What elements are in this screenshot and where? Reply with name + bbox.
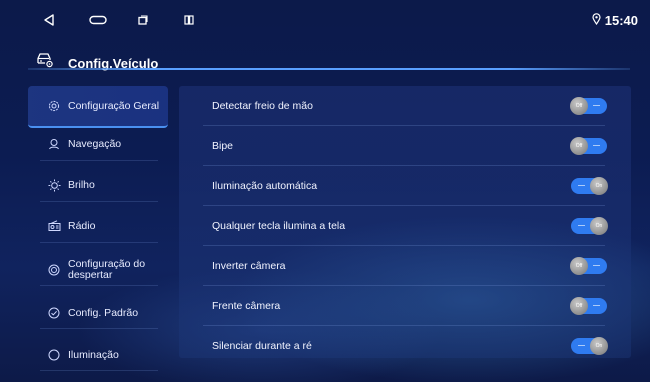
toggle-knob: Off	[570, 257, 588, 275]
setting-row-inverter-camera: Inverter câmera Off	[179, 246, 631, 286]
sidebar-item-label: Iluminação	[68, 349, 119, 361]
sidebar-item-brilho[interactable]: Brilho	[28, 165, 168, 205]
sidebar-item-navegacao[interactable]: Navegação	[28, 124, 168, 164]
setting-label: Frente câmera	[212, 300, 281, 312]
toggle-knob: Off	[570, 97, 588, 115]
detectar-freio-toggle[interactable]: Off	[570, 97, 607, 115]
sun-icon	[46, 177, 62, 193]
navigation-icon	[46, 136, 62, 152]
recents-square-icon[interactable]	[136, 12, 150, 28]
location-pin-icon	[592, 13, 601, 28]
setting-row-frente-camera: Frente câmera Off	[179, 286, 631, 326]
sidebar-item-label: Configuração do despertar	[68, 258, 146, 281]
home-pill-icon[interactable]	[88, 12, 108, 28]
split-screen-icon[interactable]	[182, 12, 196, 28]
lighting-icon	[46, 347, 62, 363]
radio-icon	[46, 218, 62, 234]
bipe-toggle[interactable]: Off	[570, 137, 607, 155]
toggle-track-dash	[593, 145, 600, 146]
sidebar-item-config-padrao[interactable]: Config. Padrão	[28, 293, 168, 333]
toggle-track-dash	[593, 105, 600, 106]
back-triangle-icon[interactable]	[42, 12, 56, 28]
sidebar-item-label: Rádio	[68, 220, 96, 232]
sidebar-item-label: Brilho	[68, 179, 95, 191]
settings-panel: Detectar freio de mão Off Bipe Off Ilumi…	[179, 86, 631, 358]
toggle-track-dash	[578, 185, 585, 186]
setting-row-bipe: Bipe Off	[179, 126, 631, 166]
gear-icon	[46, 98, 62, 114]
setting-label: Qualquer tecla ilumina a tela	[212, 220, 346, 232]
inverter-camera-toggle[interactable]: Off	[570, 257, 607, 275]
header-divider	[28, 68, 630, 70]
frente-camera-toggle[interactable]: Off	[570, 297, 607, 315]
toggle-track-dash	[593, 265, 600, 266]
setting-row-qualquer-tecla: Qualquer tecla ilumina a tela On	[179, 206, 631, 246]
sidebar-item-iluminacao[interactable]: Iluminação	[28, 335, 168, 375]
status-bar: 15:40	[6, 6, 644, 36]
setting-row-silenciar-re: Silenciar durante a ré On	[179, 326, 631, 366]
toggle-knob: On	[590, 337, 608, 355]
toggle-track-dash	[578, 345, 585, 346]
silenciar-re-toggle[interactable]: On	[571, 337, 608, 355]
setting-label: Detectar freio de mão	[212, 100, 313, 112]
setting-label: Inverter câmera	[212, 260, 286, 272]
sidebar-item-configuracao-do-despertar[interactable]: Configuração do despertar	[28, 248, 168, 292]
sidebar-item-configuracao-geral[interactable]: Configuração Geral	[28, 86, 168, 128]
sidebar-item-radio[interactable]: Rádio	[28, 206, 168, 246]
clock-time: 15:40	[604, 13, 638, 28]
setting-row-iluminacao-automatica: Iluminação automática On	[179, 166, 631, 206]
sidebar-item-label: Config. Padrão	[68, 307, 139, 319]
iluminacao-automatica-toggle[interactable]: On	[571, 177, 608, 195]
toggle-knob: On	[590, 177, 608, 195]
wake-icon	[46, 262, 62, 278]
toggle-knob: On	[590, 217, 608, 235]
toggle-knob: Off	[570, 137, 588, 155]
toggle-knob: Off	[570, 297, 588, 315]
sidebar-item-label: Navegação	[68, 138, 122, 150]
toggle-track-dash	[578, 225, 585, 226]
setting-label: Bipe	[212, 140, 234, 152]
sidebar-item-label: Configuração Geral	[68, 100, 160, 112]
toggle-track-dash	[593, 305, 600, 306]
setting-label: Iluminação automática	[212, 180, 318, 192]
screen: 15:40 Config.Veículo Configuração Geral	[6, 6, 644, 376]
setting-row-detectar-freio: Detectar freio de mão Off	[179, 86, 631, 126]
clock: 15:40	[592, 13, 638, 28]
qualquer-tecla-toggle[interactable]: On	[571, 217, 608, 235]
setting-label: Silenciar durante a ré	[212, 340, 312, 352]
check-circle-icon	[46, 305, 62, 321]
